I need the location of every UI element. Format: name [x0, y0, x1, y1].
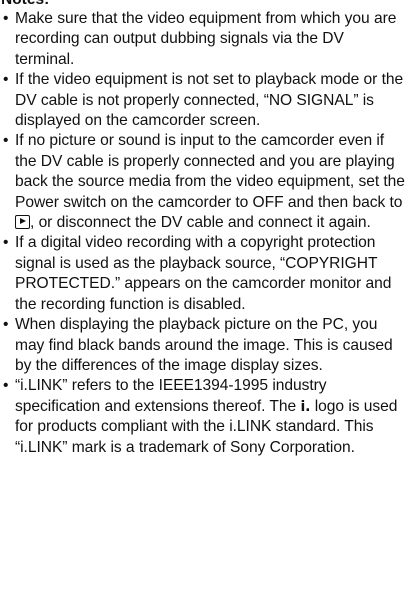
bullet: •	[3, 10, 9, 27]
note-text: “i.LINK” refers to the IEEE1394-1995 ind…	[15, 377, 327, 415]
bullet: •	[3, 316, 9, 334]
i-link-logo-icon: i.	[300, 398, 311, 415]
note-text: If no picture or sound is input to the c…	[15, 132, 405, 211]
list-item: • If no picture or sound is input to the…	[0, 131, 407, 233]
notes-list: • Make sure that the video equipment fro…	[0, 9, 407, 458]
bullet: •	[3, 377, 9, 395]
list-item: • “i.LINK” refers to the IEEE1394-1995 i…	[0, 376, 407, 458]
notes-section: Notes: • Make sure that the video equipm…	[0, 0, 407, 458]
note-text: When displaying the playback picture on …	[15, 316, 393, 374]
notes-heading: Notes:	[1, 0, 407, 9]
bullet: •	[3, 71, 9, 89]
note-text: , or disconnect the DV cable and connect…	[30, 214, 371, 232]
note-text: Make sure that the video equipment from …	[15, 10, 397, 68]
note-text: If a digital video recording with a copy…	[15, 234, 392, 313]
bullet: •	[3, 132, 9, 150]
note-text: If the video equipment is not set to pla…	[15, 71, 404, 130]
bullet: •	[3, 234, 9, 252]
play-icon	[15, 215, 30, 230]
list-item: • When displaying the playback picture o…	[0, 315, 407, 376]
list-item: • If a digital video recording with a co…	[0, 233, 407, 315]
list-item: • Make sure that the video equipment fro…	[0, 9, 407, 70]
list-item: • If the video equipment is not set to p…	[0, 70, 407, 131]
